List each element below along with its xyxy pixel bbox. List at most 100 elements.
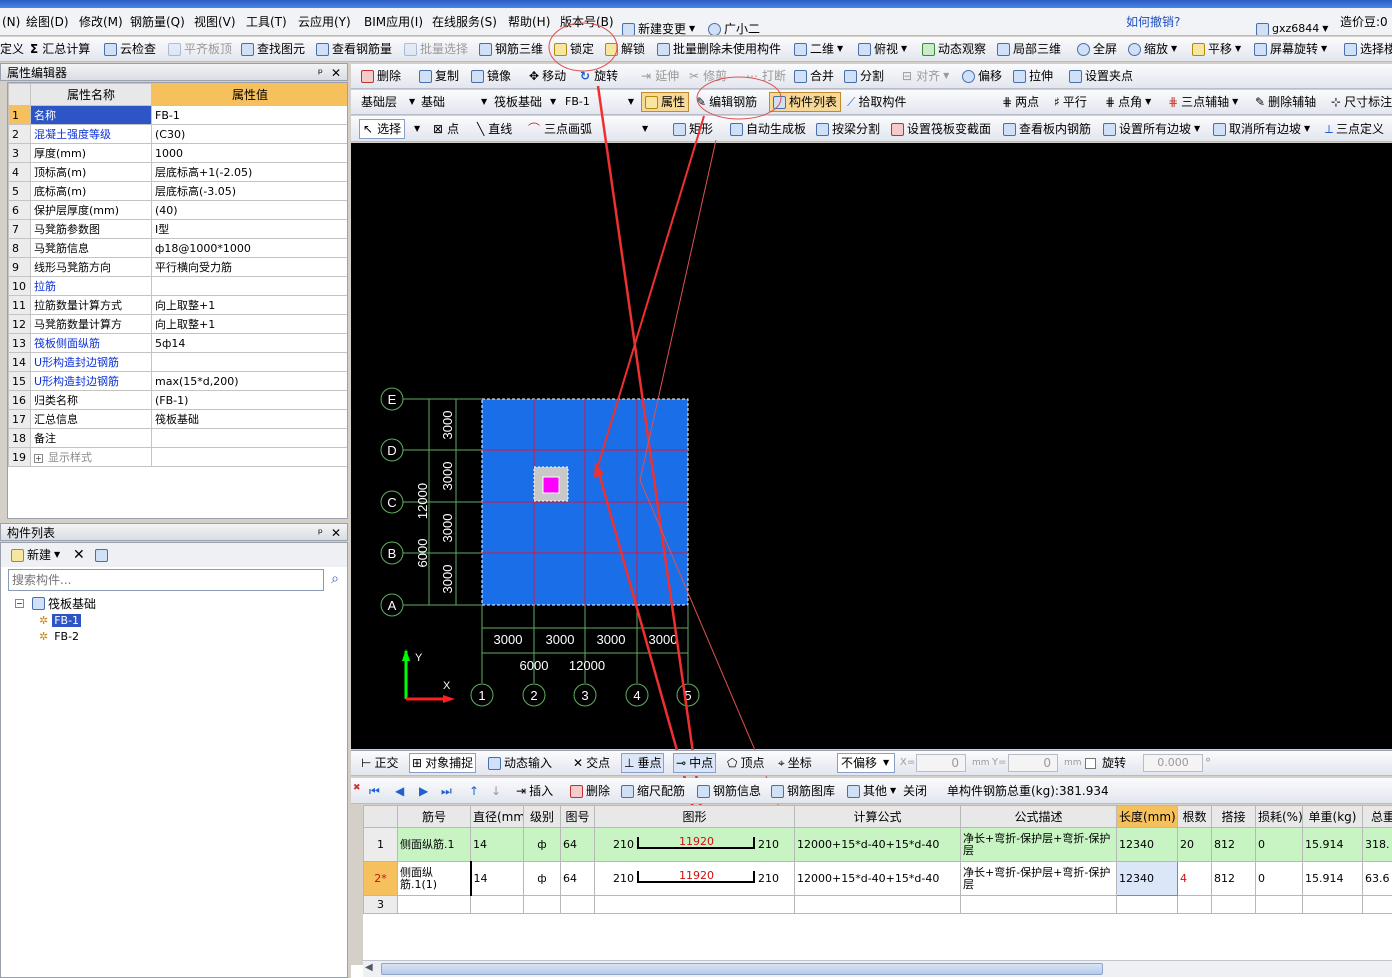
close-button[interactable]: 关闭: [903, 781, 927, 801]
rebar-cell-count[interactable]: 20: [1177, 827, 1212, 862]
rotate-checkbox[interactable]: 旋转: [1085, 753, 1126, 773]
rebar-cell-loss[interactable]: [1255, 895, 1303, 914]
stretch-button[interactable]: 拉伸: [1013, 66, 1053, 86]
menu-draw[interactable]: 绘图(D): [24, 13, 71, 31]
scroll-left-icon[interactable]: ◀: [365, 962, 373, 973]
attr-row-value[interactable]: Ⅰ型: [151, 219, 347, 239]
last-record-button[interactable]: ⏭: [441, 781, 452, 801]
rebar-cell-grade[interactable]: [523, 895, 561, 914]
flush-top-button[interactable]: 平齐板顶: [168, 39, 232, 59]
tree-root[interactable]: − 筏板基础: [15, 595, 335, 612]
find-element-button[interactable]: 查找图元: [241, 39, 305, 59]
attr-row-value[interactable]: 平行横向受力筋: [151, 257, 347, 277]
attr-row-value[interactable]: 向上取整+1: [151, 314, 347, 334]
attr-row[interactable]: 13 筏板侧面纵筋 5ф14: [8, 333, 347, 353]
expand-icon[interactable]: +: [34, 454, 43, 463]
new-change-button[interactable]: 新建变更 ▼: [622, 19, 695, 35]
rebar-cell-fig[interactable]: 64: [560, 861, 595, 896]
line-button[interactable]: ╲ 直线: [477, 119, 512, 139]
menu-online[interactable]: 在线服务(S): [430, 13, 499, 31]
attr-row[interactable]: 6 保护层厚度(mm) (40): [8, 200, 347, 220]
close-icon[interactable]: ✕: [331, 524, 341, 542]
three-point-define-button[interactable]: ⟂ 三点定义: [1325, 119, 1384, 139]
rectangle-button[interactable]: 矩形: [673, 119, 713, 139]
cancel-all-slopes-dropdown[interactable]: 取消所有边坡 ▼: [1213, 119, 1310, 139]
midpoint-snap[interactable]: ⊸ 中点: [673, 753, 717, 773]
attr-row-value[interactable]: 5ф14: [151, 333, 347, 353]
attr-row-value[interactable]: max(15*d,200): [151, 371, 347, 391]
break-button[interactable]: ⋯ 打断: [746, 66, 786, 86]
component-search-input[interactable]: [8, 569, 324, 591]
rebar-cell-idx[interactable]: 3: [363, 895, 398, 914]
point-angle-dropdown[interactable]: ⋕ 点角 ▼: [1105, 92, 1151, 112]
rebar-3d-button[interactable]: 钢筋三维: [479, 39, 543, 59]
rebar-cell-len[interactable]: 12340: [1116, 827, 1178, 862]
three-point-arc-button[interactable]: ⌒ 三点画弧 ▼: [528, 119, 648, 139]
prev-record-button[interactable]: ◀: [395, 781, 404, 801]
auto-generate-slab-button[interactable]: 自动生成板: [730, 119, 806, 139]
pan-dropdown[interactable]: 平移 ▼: [1192, 39, 1241, 59]
rebar-cell-desc[interactable]: 净长+弯折-保护层+弯折-保护层: [960, 861, 1117, 896]
attr-row[interactable]: 3 厚度(mm) 1000: [8, 143, 347, 163]
collapse-icon[interactable]: −: [15, 599, 24, 608]
attr-row-value[interactable]: 层底标高+1(-2.05): [151, 162, 347, 182]
split-by-beam-button[interactable]: 按梁分割: [816, 119, 880, 139]
select-floor-button[interactable]: 选择楼: [1344, 39, 1392, 59]
rebar-cell-len[interactable]: [1116, 895, 1178, 914]
dynamic-observe-button[interactable]: 动态观察: [922, 39, 986, 59]
delete-row-button[interactable]: 删除: [570, 781, 610, 801]
menu-cloud[interactable]: 云应用(Y): [296, 13, 353, 31]
rebar-cell-formula[interactable]: 12000+15*d-40+15*d-40: [794, 827, 961, 862]
attr-row[interactable]: 17 汇总信息 筏板基础: [8, 409, 347, 429]
screen-rotate-dropdown[interactable]: 屏幕旋转 ▼: [1254, 39, 1327, 59]
rebar-row[interactable]: 2* 侧面纵筋.1(1) 14 ф 64 210 11920 210 12000+15*d-40…: [363, 861, 1392, 896]
attr-row[interactable]: 9 线形马凳筋方向 平行横向受力筋: [8, 257, 347, 277]
attr-row-value[interactable]: [151, 428, 347, 448]
rebar-cell-grade[interactable]: ф: [523, 861, 561, 896]
attr-row-value[interactable]: (C30): [151, 124, 347, 144]
fullscreen-button[interactable]: 全屏: [1077, 39, 1117, 59]
lock-button[interactable]: 锁定: [554, 39, 594, 59]
attr-row[interactable]: 5 底标高(m) 层底标高(-3.05): [8, 181, 347, 201]
point-button[interactable]: ⊠ 点: [433, 119, 459, 139]
variable-section-button[interactable]: 设置筏板变截面: [891, 119, 991, 139]
batch-select-button[interactable]: 批量选择: [404, 39, 468, 59]
attr-row[interactable]: 18 备注: [8, 428, 347, 448]
delete-aux-button[interactable]: ✎ 删除辅轴: [1255, 92, 1316, 112]
rebar-cell-total[interactable]: 318.: [1362, 827, 1392, 862]
align-dropdown[interactable]: ⊟ 对齐 ▼: [902, 66, 949, 86]
menu-modify[interactable]: 修改(M): [77, 13, 125, 31]
rebar-cell-count[interactable]: [1177, 895, 1212, 914]
rebar-cell-name[interactable]: 侧面纵筋.1(1): [397, 861, 472, 896]
first-record-button[interactable]: ⏮: [369, 781, 380, 801]
copy-component-button[interactable]: [95, 545, 111, 565]
rebar-cell-desc[interactable]: [960, 895, 1117, 914]
rebar-cell-loss[interactable]: 0: [1255, 827, 1303, 862]
component-list-button[interactable]: 构件列表: [769, 92, 842, 112]
other-dropdown[interactable]: 其他 ▼: [847, 781, 896, 801]
attr-row[interactable]: 14 U形构造封边钢筋: [8, 352, 347, 372]
attr-row-value[interactable]: (40): [151, 200, 347, 220]
view-rebar-qty-button[interactable]: 查看钢筋量: [316, 39, 392, 59]
vertex-snap[interactable]: ⬠ 顶点: [727, 753, 764, 773]
attr-row[interactable]: 7 马凳筋参数图 Ⅰ型: [8, 219, 347, 239]
rebar-cell-lap[interactable]: 812: [1211, 861, 1256, 896]
attr-row[interactable]: 19 + 显示样式: [8, 447, 347, 467]
three-point-aux-dropdown[interactable]: ⋕ 三点辅轴 ▼: [1168, 92, 1238, 112]
rebar-cell-count[interactable]: 4: [1177, 861, 1212, 896]
attr-row-value[interactable]: [151, 447, 347, 467]
rebar-cell-fig[interactable]: 64: [560, 827, 595, 862]
menu-view[interactable]: 视图(V): [192, 13, 238, 31]
set-all-slopes-dropdown[interactable]: 设置所有边坡 ▼: [1103, 119, 1200, 139]
rotate-input[interactable]: 0.000: [1143, 754, 1203, 772]
attr-row[interactable]: 11 拉筋数量计算方式 向上取整+1: [8, 295, 347, 315]
intersection-snap[interactable]: ✕ 交点: [573, 753, 610, 773]
close-rebar-panel-icon[interactable]: ✖: [353, 778, 361, 798]
rebar-cell-dia[interactable]: 14: [470, 861, 524, 896]
batch-delete-unused-button[interactable]: 批量删除未使用构件: [657, 39, 781, 59]
x-input[interactable]: 0: [916, 754, 966, 772]
move-down-button[interactable]: ↓: [491, 781, 501, 801]
insert-row-button[interactable]: ⇥ 插入: [516, 781, 553, 801]
rebar-cell-fig[interactable]: [560, 895, 595, 914]
view-slab-rebar-button[interactable]: 查看板内钢筋: [1003, 119, 1091, 139]
